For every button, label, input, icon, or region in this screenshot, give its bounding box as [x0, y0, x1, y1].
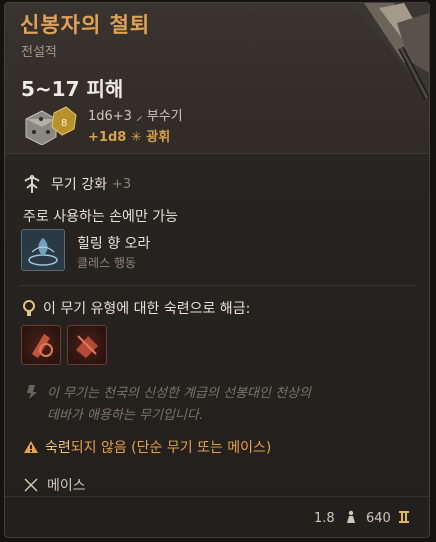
damage-bonus: +1d8 ✳ 광휘 [88, 126, 170, 145]
mastery-action-2-icon[interactable] [67, 325, 107, 365]
action-type: 클레스 행동 [77, 256, 137, 270]
damage-bonus-type: 광휘 [146, 130, 171, 145]
weight-icon [347, 510, 355, 523]
mace-art-icon [349, 3, 429, 100]
warning-icon [24, 441, 38, 453]
damage-base-dice: 1d6+3 [88, 109, 132, 124]
price-value: 640 [366, 511, 391, 526]
mastery-label: 이 무기 유형에 대한 숙련으로 해금: [43, 301, 251, 317]
dice-icon: 8 [25, 106, 77, 145]
weapon-type: 메이스 [47, 478, 86, 494]
mastery-row: 이 무기 유형에 대한 숙련으로 해금: [21, 298, 250, 318]
info-icon [27, 385, 37, 399]
flavor-text: 이 무기는 천국의 신성한 계급의 선봉대인 천상의 데바가 애용하는 무기입니… [47, 383, 407, 427]
damage-base: 1d6+3 ⸝ 부수기 [88, 105, 183, 124]
enchant-value: +3 [111, 176, 132, 192]
flavor-line: 데바가 애용하는 무기입니다. [47, 408, 203, 423]
proficiency-warning: 숙련 되지 않음 (단순 무기 또는 메이스) [23, 437, 271, 457]
mastery-action-1-icon[interactable] [21, 325, 61, 365]
bludgeon-icon: ⸝ [136, 109, 143, 124]
mainhand-restriction: 주로 사용하는 손에만 가능 [23, 209, 179, 225]
coin-icon [399, 511, 409, 523]
healing-aura-icon[interactable] [21, 229, 65, 271]
weapon-type-row: 메이스 [23, 475, 86, 495]
damage-base-type: 부수기 [146, 109, 183, 124]
warning-part-a: 숙련 [45, 440, 71, 456]
enchant-row: 무기 강화 +3 [21, 173, 131, 195]
divider [19, 285, 417, 286]
sparkle-icon: ✳ [130, 130, 142, 145]
tooltip-footer: 1.8 640 [5, 496, 429, 537]
damage-range: 5~17 피해 [21, 77, 124, 101]
enchant-label: 무기 강화 [51, 177, 107, 193]
enchant-icon [24, 175, 40, 193]
mastery-icon [23, 300, 35, 316]
action-name: 힐링 향 오라 [77, 236, 151, 252]
weight-value: 1.8 [314, 511, 335, 526]
item-rarity: 전설적 [21, 45, 57, 60]
tooltip-header: 신봉자의 철퇴 전설적 5~17 피해 8 1d6+3 ⸝ 부수기 +1d8 ✳… [5, 3, 429, 154]
warning-part-b: 되지 않음 (단순 무기 또는 메이스) [70, 440, 272, 456]
item-name: 신봉자의 철퇴 [20, 13, 151, 37]
mace-icon [24, 478, 38, 492]
svg-text:8: 8 [61, 118, 67, 129]
damage-bonus-dice: +1d8 [88, 130, 127, 145]
flavor-line: 이 무기는 천국의 신성한 계급의 선봉대인 천상의 [47, 386, 311, 401]
item-tooltip: 신봉자의 철퇴 전설적 5~17 피해 8 1d6+3 ⸝ 부수기 +1d8 ✳… [4, 2, 430, 538]
